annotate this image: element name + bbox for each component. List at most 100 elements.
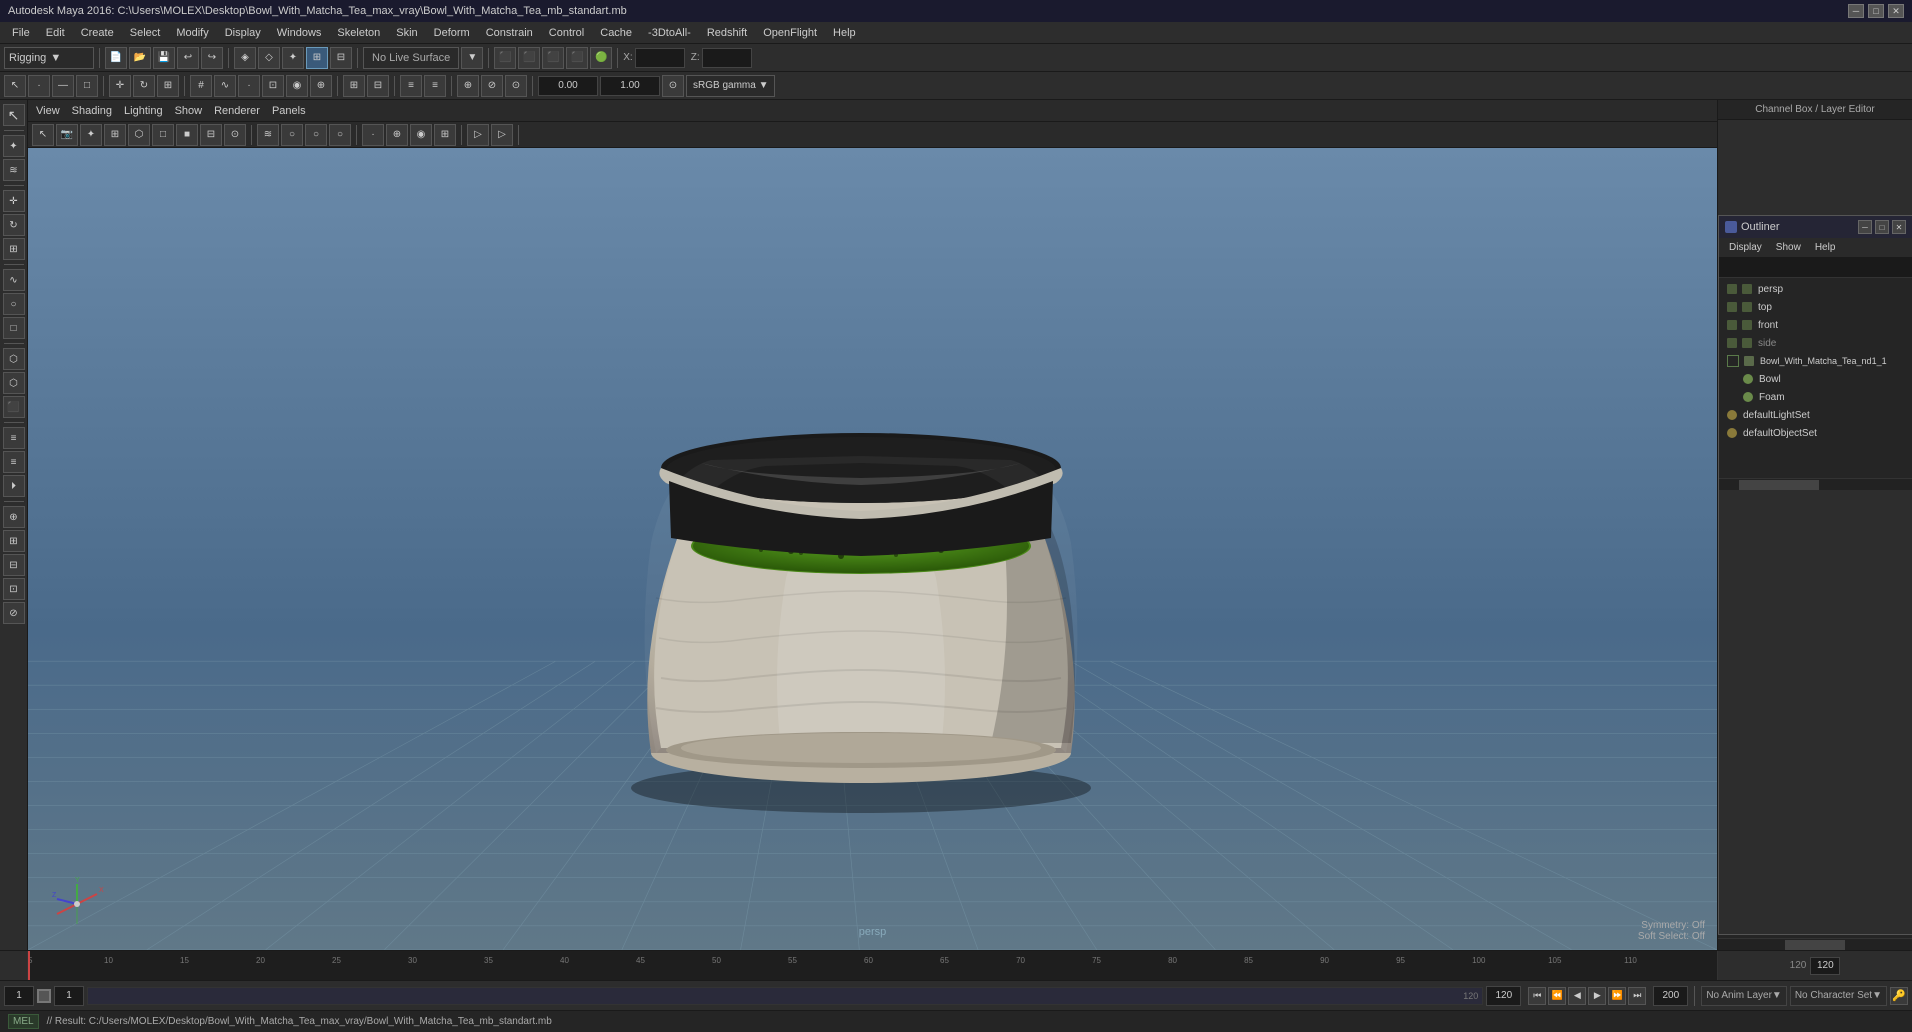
mel-label[interactable]: MEL <box>8 1014 39 1029</box>
edge-btn[interactable]: — <box>52 75 74 97</box>
goto-start-btn[interactable]: ⏮ <box>1528 987 1546 1005</box>
right-panel-scrollbar[interactable] <box>1718 938 1912 950</box>
outliner-menu-show[interactable]: Show <box>1770 240 1807 255</box>
vp-sym-btn[interactable]: ⊕ <box>386 124 408 146</box>
paint-tool[interactable]: ✦ <box>282 47 304 69</box>
vp-ref-btn[interactable]: ◉ <box>410 124 432 146</box>
menu-redshift[interactable]: Redshift <box>699 25 755 41</box>
vp-solid-btn[interactable]: ■ <box>176 124 198 146</box>
vp-select-btn[interactable]: ↖ <box>32 124 54 146</box>
anim-btn[interactable]: ⏵ <box>3 475 25 497</box>
snap-view[interactable]: ⊡ <box>262 75 284 97</box>
timeline-frame-box[interactable]: 120 <box>1810 957 1840 975</box>
lasso-tool[interactable]: ◇ <box>258 47 280 69</box>
curve-btn[interactable]: ∿ <box>3 269 25 291</box>
outliner-menu-help[interactable]: Help <box>1809 240 1842 255</box>
menu-cache[interactable]: Cache <box>592 25 640 41</box>
misc-btn5[interactable]: ⊘ <box>3 602 25 624</box>
vp-grid-btn[interactable]: ⊞ <box>104 124 126 146</box>
save-scene-btn[interactable]: 💾 <box>153 47 175 69</box>
menu-create[interactable]: Create <box>73 25 122 41</box>
vp-menu-view[interactable]: View <box>36 105 60 117</box>
display-btn[interactable]: ≡ <box>3 427 25 449</box>
misc-btn3[interactable]: ⊟ <box>3 554 25 576</box>
vp-smooth-btn[interactable]: ○ <box>281 124 303 146</box>
rotate-tool[interactable]: ↻ <box>133 75 155 97</box>
vertex-btn[interactable]: · <box>28 75 50 97</box>
select-tool[interactable]: ◈ <box>234 47 256 69</box>
face-btn[interactable]: □ <box>76 75 98 97</box>
vp-subdiv-btn[interactable]: ○ <box>329 124 351 146</box>
poly-btn[interactable]: ⬡ <box>3 348 25 370</box>
mode-dropdown[interactable]: Rigging ▼ <box>4 47 94 69</box>
menu-modify[interactable]: Modify <box>168 25 216 41</box>
vp-texture-btn[interactable]: ⊟ <box>200 124 222 146</box>
menu-help[interactable]: Help <box>825 25 864 41</box>
scale-btn[interactable]: ⊞ <box>3 238 25 260</box>
move-tool[interactable]: ✛ <box>109 75 131 97</box>
vp-persp-btn[interactable]: ⬡ <box>128 124 150 146</box>
new-scene-btn[interactable]: 📄 <box>105 47 127 69</box>
outliner-close[interactable]: ✕ <box>1892 220 1906 234</box>
active-tool[interactable]: ⊞ <box>306 47 328 69</box>
outliner-maximize[interactable]: □ <box>1875 220 1889 234</box>
snap-grid[interactable]: # <box>190 75 212 97</box>
subdivide-btn[interactable]: ⬡ <box>3 372 25 394</box>
paint-select-btn[interactable]: ✦ <box>3 135 25 157</box>
menu-constrain[interactable]: Constrain <box>478 25 541 41</box>
snap-custom[interactable]: ⊕ <box>310 75 332 97</box>
vp-isoline-btn[interactable]: ≋ <box>257 124 279 146</box>
menu-skeleton[interactable]: Skeleton <box>329 25 388 41</box>
render-btn3[interactable]: ⬛ <box>542 47 564 69</box>
vp-rough-btn[interactable]: ○ <box>305 124 327 146</box>
render-btn2[interactable]: ⬛ <box>518 47 540 69</box>
outliner-minimize[interactable]: ─ <box>1858 220 1872 234</box>
menu-3dtoall[interactable]: -3DtoAll- <box>640 25 699 41</box>
menu-control[interactable]: Control <box>541 25 592 41</box>
menu-deform[interactable]: Deform <box>426 25 478 41</box>
vp-motion-btn[interactable]: ▷ <box>467 124 489 146</box>
tree-item-front[interactable]: front <box>1719 316 1912 334</box>
menu-edit[interactable]: Edit <box>38 25 73 41</box>
outliner-scroll-handle[interactable] <box>1739 480 1819 490</box>
render-btn4[interactable]: ⬛ <box>566 47 588 69</box>
deform-btn[interactable]: □ <box>3 317 25 339</box>
constraint-btn[interactable]: ⊟ <box>367 75 389 97</box>
right-scroll-handle[interactable] <box>1785 940 1845 950</box>
menu-skin[interactable]: Skin <box>388 25 425 41</box>
range-end-field[interactable]: 120 <box>1486 986 1521 1006</box>
surface-btn[interactable]: ○ <box>3 293 25 315</box>
open-scene-btn[interactable]: 📂 <box>129 47 151 69</box>
menu-openflight[interactable]: OpenFlight <box>755 25 825 41</box>
layer-btn[interactable]: ≡ <box>3 451 25 473</box>
vp-menu-renderer[interactable]: Renderer <box>214 105 260 117</box>
x-coord[interactable] <box>635 48 685 68</box>
vp-wire-btn[interactable]: □ <box>152 124 174 146</box>
goto-end-btn[interactable]: ⏭ <box>1628 987 1646 1005</box>
tree-item-objectset[interactable]: defaultObjectSet <box>1719 424 1912 442</box>
vp-light-btn[interactable]: ⊙ <box>224 124 246 146</box>
frame-start-field[interactable]: 1 <box>4 986 34 1006</box>
outliner-search-input[interactable] <box>1723 262 1908 273</box>
no-live-surface[interactable]: No Live Surface <box>363 47 459 69</box>
value-field2[interactable]: 1.00 <box>600 76 660 96</box>
move-btn[interactable]: ✛ <box>3 190 25 212</box>
timeline-range-bar[interactable]: 120 <box>87 987 1483 1005</box>
vp-menu-panels[interactable]: Panels <box>272 105 306 117</box>
tree-item-side[interactable]: side <box>1719 334 1912 352</box>
vp-menu-lighting[interactable]: Lighting <box>124 105 163 117</box>
z-coord[interactable] <box>702 48 752 68</box>
viewport-canvas[interactable]: persp Symmetry: Off Soft Select: Off X <box>28 148 1717 950</box>
misc-btn4[interactable]: ⊡ <box>3 578 25 600</box>
outliner-scrollbar[interactable] <box>1719 478 1912 490</box>
tree-item-foam[interactable]: Foam <box>1719 388 1912 406</box>
maximize-button[interactable]: □ <box>1868 4 1884 18</box>
live-surface-btn[interactable]: ▼ <box>461 47 483 69</box>
render-setup-btn[interactable]: ⬛ <box>3 396 25 418</box>
menu-file[interactable]: File <box>4 25 38 41</box>
tree-item-top[interactable]: top <box>1719 298 1912 316</box>
step-back-btn[interactable]: ⏪ <box>1548 987 1566 1005</box>
close-button[interactable]: ✕ <box>1888 4 1904 18</box>
snap-point[interactable]: · <box>238 75 260 97</box>
outliner-menu-display[interactable]: Display <box>1723 240 1768 255</box>
